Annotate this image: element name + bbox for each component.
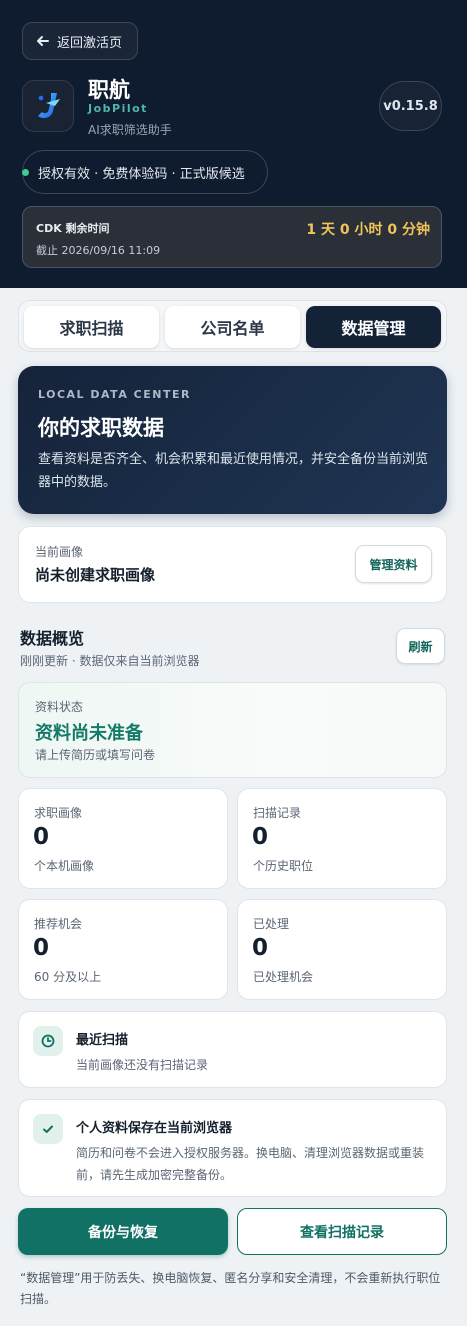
state-value: 资料尚未准备	[35, 723, 143, 744]
check-icon	[33, 1114, 63, 1144]
tab-company-list[interactable]: 公司名单	[165, 306, 300, 348]
tab-job-scan[interactable]: 求职扫描	[24, 306, 159, 348]
hero-title: 你的求职数据	[38, 416, 164, 440]
stat-value: 0	[33, 824, 50, 850]
data-center-hero: LOCAL DATA CENTER 你的求职数据 查看资料是否齐全、机会积累和最…	[18, 366, 447, 514]
stat-description: 已处理机会	[253, 970, 314, 984]
recent-scan-title: 最近扫描	[76, 1033, 129, 1048]
overview-title: 数据概览	[20, 629, 85, 648]
version-badge: v0.15.8	[379, 81, 442, 131]
profile-value: 尚未创建求职画像	[35, 566, 156, 584]
privacy-title: 个人资料保存在当前浏览器	[76, 1121, 233, 1136]
hero-kicker: LOCAL DATA CENTER	[38, 388, 191, 401]
arrow-left-icon	[37, 36, 49, 46]
license-status-text: 授权有效 · 免费体验码 · 正式版候选	[38, 166, 245, 182]
stat-label: 推荐机会	[34, 917, 83, 931]
cdk-expiry: 截止 2026/09/16 11:09	[36, 244, 161, 257]
stat-description: 个本机画像	[34, 859, 95, 873]
stat-label: 求职画像	[34, 806, 83, 820]
stat-card-processed: 已处理 0 已处理机会	[237, 899, 447, 1000]
stat-card-recommended: 推荐机会 0 60 分及以上	[18, 899, 228, 1000]
stat-label: 已处理	[253, 917, 290, 931]
app-logo	[22, 80, 74, 132]
stat-description: 个历史职位	[253, 859, 314, 873]
stat-value: 0	[252, 935, 269, 961]
cdk-remaining-card: CDK 剩余时间 截止 2026/09/16 11:09 1 天 0 小时 0 …	[22, 206, 442, 268]
footnote: “数据管理”用于防丢失、换电脑恢复、匿名分享和安全清理，不会重新执行职位扫描。	[20, 1271, 441, 1306]
stat-card-profiles: 求职画像 0 个本机画像	[18, 788, 228, 889]
back-to-activation-button[interactable]: 返回激活页	[22, 22, 138, 60]
state-label: 资料状态	[35, 700, 84, 714]
stat-value: 0	[33, 935, 50, 961]
overview-subtitle: 刚刚更新 · 数据仅来自当前浏览器	[20, 654, 200, 668]
privacy-card: 个人资料保存在当前浏览器 简历和问卷不会进入授权服务器。换电脑、清理浏览器数据或…	[18, 1099, 447, 1197]
back-button-label: 返回激活页	[57, 35, 123, 51]
manage-profile-button[interactable]: 管理资料	[355, 545, 432, 583]
license-status-pill: 授权有效 · 免费体验码 · 正式版候选	[22, 150, 268, 194]
clock-icon	[33, 1026, 63, 1056]
profile-state-card: 资料状态 资料尚未准备 请上传简历或填写问卷	[18, 682, 447, 778]
privacy-description: 简历和问卷不会进入授权服务器。换电脑、清理浏览器数据或重装前，请先生成加密完整备…	[76, 1146, 425, 1182]
stat-card-scan-records: 扫描记录 0 个历史职位	[237, 788, 447, 889]
app-name: 职航	[88, 78, 130, 102]
status-dot-icon	[22, 168, 29, 176]
recent-scan-card: 最近扫描 当前画像还没有扫描记录	[18, 1011, 447, 1088]
jobpilot-logo-icon	[38, 93, 60, 119]
cdk-remaining-time: 1 天 0 小时 0 分钟	[306, 222, 430, 238]
recent-scan-description: 当前画像还没有扫描记录	[76, 1058, 209, 1072]
main-tabs: 求职扫描 公司名单 数据管理	[18, 300, 447, 352]
backup-restore-button[interactable]: 备份与恢复	[18, 1208, 228, 1255]
app-subtitle: JobPilot	[88, 102, 148, 115]
view-scan-records-button[interactable]: 查看扫描记录	[237, 1208, 447, 1255]
profile-label: 当前画像	[35, 545, 84, 559]
app-header: 返回激活页 职航 JobPilot AI求职筛选助手 v0.15.8 授权有效 …	[0, 0, 467, 288]
stat-value: 0	[252, 824, 269, 850]
state-hint: 请上传简历或填写问卷	[35, 748, 156, 762]
stat-label: 扫描记录	[253, 806, 302, 820]
refresh-button[interactable]: 刷新	[396, 628, 445, 664]
tab-data-management[interactable]: 数据管理	[306, 306, 441, 348]
stat-description: 60 分及以上	[34, 970, 102, 984]
cdk-label: CDK 剩余时间	[36, 222, 110, 235]
hero-description: 查看资料是否齐全、机会积累和最近使用情况，并安全备份当前浏览器中的数据。	[38, 452, 429, 490]
app-description: AI求职筛选助手	[88, 123, 172, 137]
